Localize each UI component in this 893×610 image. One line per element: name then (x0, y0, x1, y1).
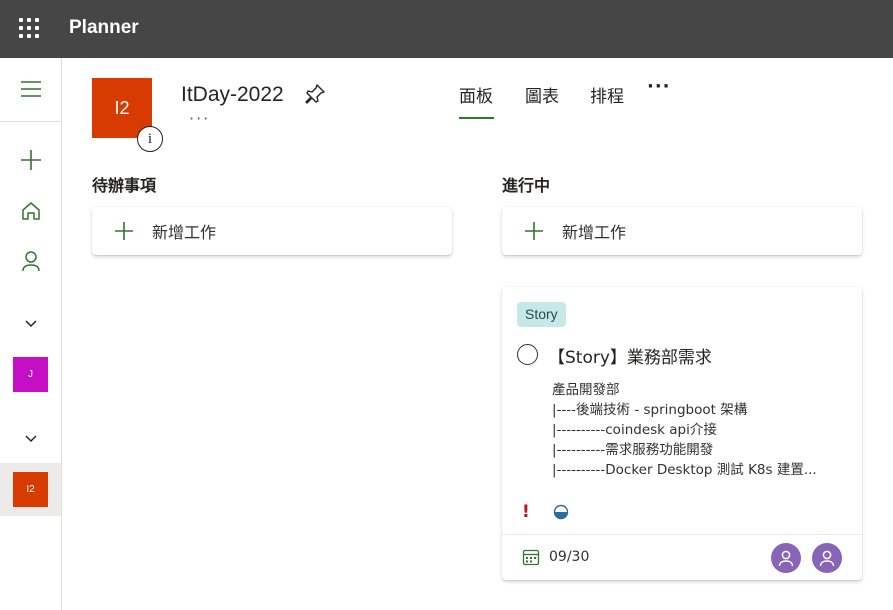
task-card[interactable]: Story 【Story】業務部需求 產品開發部 |----後端技術 - spr… (502, 287, 862, 580)
rail-divider (0, 121, 61, 122)
task-complete-checkbox[interactable] (517, 344, 538, 365)
assignee-avatar[interactable] (812, 543, 842, 573)
chevron-down-icon[interactable] (0, 313, 61, 335)
plus-icon (115, 222, 133, 240)
new-plan-plus-icon[interactable] (0, 146, 61, 174)
tab-active-indicator (459, 117, 494, 119)
top-bar: Planner (0, 0, 893, 58)
add-task-label: 新增工作 (562, 223, 627, 242)
task-description-line: |----後端技術 - springboot 架構 (552, 402, 748, 418)
app-launcher-icon[interactable] (19, 18, 39, 38)
home-icon[interactable] (0, 197, 61, 225)
calendar-icon (522, 549, 540, 566)
assignee-avatar[interactable] (771, 543, 801, 573)
left-rail: J I2 (0, 58, 62, 610)
plan-tile-i2: I2 (13, 472, 48, 507)
add-task-label: 新增工作 (152, 223, 217, 242)
progress-in-progress-icon (553, 504, 569, 520)
my-tasks-person-icon[interactable] (0, 247, 61, 275)
add-task-button-todo[interactable]: 新增工作 (92, 207, 452, 255)
tab-charts[interactable]: 圖表 (525, 82, 559, 107)
plan-more-options[interactable]: ··· (189, 109, 210, 128)
chevron-down-icon[interactable] (0, 428, 61, 450)
app-title[interactable]: Planner (69, 17, 139, 39)
person-icon (778, 550, 794, 567)
pin-icon[interactable] (304, 83, 326, 105)
plan-tile-j: J (13, 357, 48, 392)
rail-plan-j[interactable]: J (0, 357, 61, 392)
plan-title: ItDay-2022 (181, 83, 284, 106)
tab-schedule[interactable]: 排程 (590, 82, 624, 107)
task-description: 產品開發部 |----後端技術 - springboot 架構 |-------… (552, 380, 852, 480)
task-description-line: |----------需求服務功能開發 (552, 442, 714, 458)
bucket-title-in-progress[interactable]: 進行中 (502, 172, 550, 196)
tab-board[interactable]: 面板 (459, 82, 493, 107)
task-description-line: |----------coindesk api介接 (552, 422, 717, 438)
priority-important-icon: ! (522, 502, 530, 522)
task-description-line: |----------Docker Desktop 測試 K8s 建置... (552, 462, 817, 478)
card-divider (502, 534, 862, 535)
task-label-chip: Story (517, 302, 566, 327)
plan-info-icon[interactable]: i (137, 126, 163, 152)
person-icon (819, 550, 835, 567)
due-date: 09/30 (549, 549, 590, 565)
task-description-line: 產品開發部 (552, 382, 620, 398)
bucket-title-todo[interactable]: 待辦事項 (92, 172, 156, 196)
tabs-more-options[interactable]: ··· (647, 76, 671, 97)
rail-plan-i2-selected[interactable]: I2 (0, 463, 61, 516)
hamburger-menu-icon[interactable] (0, 76, 61, 102)
add-task-button-in-progress[interactable]: 新增工作 (502, 207, 862, 255)
task-title: 【Story】業務部需求 (548, 348, 712, 368)
plus-icon (525, 222, 543, 240)
